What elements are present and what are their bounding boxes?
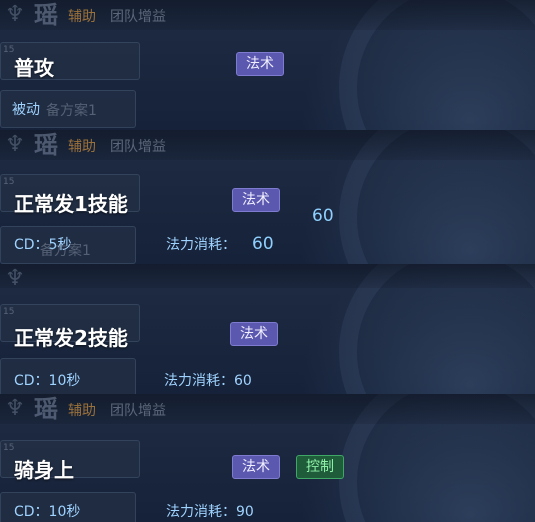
skill-name: 正常发2技能	[14, 326, 128, 350]
hero-name: 瑶	[34, 131, 58, 159]
floating-value: 60	[312, 206, 334, 226]
preset-label: 备方案1	[40, 243, 91, 259]
hero-header-ghost: ♆ 瑶 辅助 团队增益	[0, 130, 535, 160]
hero-name: 瑶	[34, 395, 58, 423]
hero-header-ghost: ♆	[0, 264, 535, 291]
hero-role: 辅助	[68, 403, 96, 419]
control-tag: 控制	[296, 455, 344, 479]
magic-tag: 法术	[232, 455, 280, 479]
hero-name: 瑶	[34, 1, 58, 29]
cooldown-label: CD：10秒	[14, 504, 81, 520]
hero-emblem-icon: ♆	[5, 2, 25, 27]
magic-tag: 法术	[236, 52, 284, 76]
hero-emblem-icon: ♆	[5, 132, 25, 157]
preset-label: 备方案1	[46, 103, 97, 119]
mana-cost-value: 60	[252, 234, 274, 254]
hero-header-ghost: ♆ 瑶 辅助 团队增益	[0, 0, 535, 30]
skill-panel-skill-1: ♆ 瑶 辅助 团队增益 15 正常发1技能 法术 60 CD：5秒 法力消耗： …	[0, 130, 535, 264]
skill-panel-ride: ♆ 瑶 辅助 团队增益 15 骑身上 法术 控制 CD：10秒 法力消耗：90	[0, 394, 535, 522]
skill-panel-basic-attack: ♆ 瑶 辅助 团队增益 15 普攻 法术 备方案1 被动	[0, 0, 535, 130]
hero-emblem-icon: ♆	[5, 396, 25, 421]
hero-role: 辅助	[68, 139, 96, 155]
magic-tag: 法术	[230, 322, 278, 346]
hero-emblem-icon: ♆	[5, 266, 25, 291]
mana-cost-label: 法力消耗：	[166, 237, 236, 253]
mana-cost-label: 法力消耗：90	[166, 504, 254, 520]
passive-label: 被动	[12, 102, 40, 118]
magic-tag: 法术	[232, 188, 280, 212]
skill-name: 骑身上	[14, 458, 74, 482]
mana-cost-label: 法力消耗：60	[164, 373, 252, 389]
hero-tag: 团队增益	[110, 403, 166, 419]
skill-name: 普攻	[14, 56, 54, 80]
hero-tag: 团队增益	[110, 139, 166, 155]
cooldown-label: CD：10秒	[14, 373, 81, 389]
skill-name: 正常发1技能	[14, 192, 128, 216]
hero-header-ghost: ♆ 瑶 辅助 团队增益	[0, 394, 535, 424]
hero-tag: 团队增益	[110, 9, 166, 25]
hero-role: 辅助	[68, 9, 96, 25]
skill-panel-skill-2: ♆ 15 正常发2技能 法术 CD：10秒 法力消耗：60	[0, 264, 535, 394]
